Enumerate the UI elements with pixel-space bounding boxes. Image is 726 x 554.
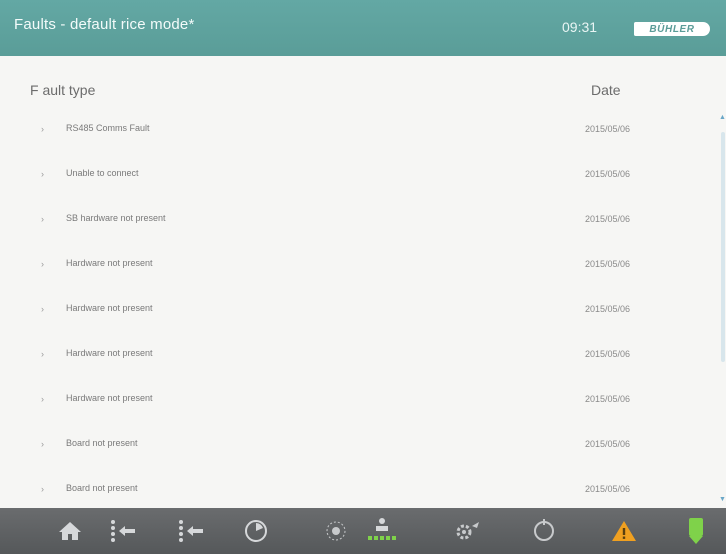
expand-arrow-icon[interactable]: › — [41, 484, 44, 494]
ejector-back-button[interactable] — [92, 508, 152, 554]
fault-row[interactable]: › Board not present 2015/05/06 — [0, 423, 718, 468]
fault-date: 2015/05/06 — [585, 214, 631, 224]
clock: 09:31 — [562, 19, 598, 35]
fault-row[interactable]: › SB hardware not present 2015/05/06 — [0, 198, 718, 243]
scroll-up-icon[interactable]: ▲ — [719, 114, 726, 121]
column-header-date[interactable]: Date — [591, 82, 621, 98]
expand-arrow-icon[interactable]: › — [41, 304, 44, 314]
fault-date: 2015/05/06 — [585, 124, 631, 134]
fault-type: Hardware not present — [66, 303, 153, 313]
fault-type: RS485 Comms Fault — [66, 123, 150, 133]
expand-arrow-icon[interactable]: › — [41, 394, 44, 404]
title-bar: Faults - default rice mode* 09:31 BÜHLER — [0, 0, 726, 56]
target-button[interactable] — [514, 508, 574, 554]
fault-row[interactable]: › RS485 Comms Fault 2015/05/06 — [0, 108, 718, 153]
ejector-back-button-2[interactable] — [160, 508, 220, 554]
fault-type: Hardware not present — [66, 393, 153, 403]
buhler-logo: BÜHLER — [634, 22, 710, 36]
status-button[interactable] — [666, 508, 726, 554]
expand-arrow-icon[interactable]: › — [41, 214, 44, 224]
scroll-thumb[interactable] — [721, 132, 725, 362]
stop-icon — [689, 518, 703, 544]
ejector-back-icon-2 — [179, 520, 203, 542]
expand-arrow-icon[interactable]: › — [41, 124, 44, 134]
warning-button[interactable] — [594, 508, 654, 554]
expand-arrow-icon[interactable]: › — [41, 169, 44, 179]
expand-arrow-icon[interactable]: › — [41, 259, 44, 269]
scroll-down-icon[interactable]: ▼ — [719, 496, 726, 503]
faults-screen: Faults - default rice mode* 09:31 BÜHLER… — [0, 0, 726, 554]
ejector-back-icon — [111, 520, 135, 542]
settings-dots-icon — [326, 521, 346, 541]
fault-list: › RS485 Comms Fault 2015/05/06 › Unable … — [0, 108, 718, 494]
gear-arrow-button[interactable] — [438, 508, 498, 554]
expand-arrow-icon[interactable]: › — [41, 349, 44, 359]
scrollbar[interactable]: ▲ ▼ — [718, 108, 726, 508]
gauge-icon — [245, 520, 267, 542]
fault-row[interactable]: › Hardware not present 2015/05/06 — [0, 333, 718, 378]
fault-date: 2015/05/06 — [585, 484, 631, 494]
home-button[interactable] — [40, 508, 100, 554]
warning-icon — [612, 521, 636, 541]
page-title: Faults - default rice mode* — [14, 16, 195, 33]
fault-date: 2015/05/06 — [585, 394, 631, 404]
fault-type: SB hardware not present — [66, 213, 166, 223]
fault-row[interactable]: › Board not present 2015/05/06 — [0, 468, 718, 513]
fault-date: 2015/05/06 — [585, 349, 631, 359]
fault-row[interactable]: › Hardware not present 2015/05/06 — [0, 378, 718, 423]
fault-row[interactable]: › Unable to connect 2015/05/06 — [0, 153, 718, 198]
fault-type: Unable to connect — [66, 168, 139, 178]
gear-arrow-icon — [456, 522, 479, 540]
fault-date: 2015/05/06 — [585, 439, 631, 449]
logo-text: BÜHLER — [649, 23, 695, 35]
gauge-button[interactable] — [226, 508, 286, 554]
fault-date: 2015/05/06 — [585, 259, 631, 269]
fault-type: Hardware not present — [66, 348, 153, 358]
fault-row[interactable]: › Hardware not present 2015/05/06 — [0, 288, 718, 333]
fault-type: Board not present — [66, 483, 138, 493]
fault-row[interactable]: › Hardware not present 2015/05/06 — [0, 243, 718, 288]
target-icon — [534, 519, 554, 541]
fault-date: 2015/05/06 — [585, 169, 631, 179]
column-header-fault-type[interactable]: F ault type — [30, 82, 95, 98]
sorter-button[interactable] — [352, 508, 412, 554]
expand-arrow-icon[interactable]: › — [41, 439, 44, 449]
bottom-toolbar — [0, 508, 726, 554]
fault-date: 2015/05/06 — [585, 304, 631, 314]
fault-type: Hardware not present — [66, 258, 153, 268]
fault-type: Board not present — [66, 438, 138, 448]
home-icon — [59, 522, 81, 540]
sorter-icon — [368, 518, 396, 540]
